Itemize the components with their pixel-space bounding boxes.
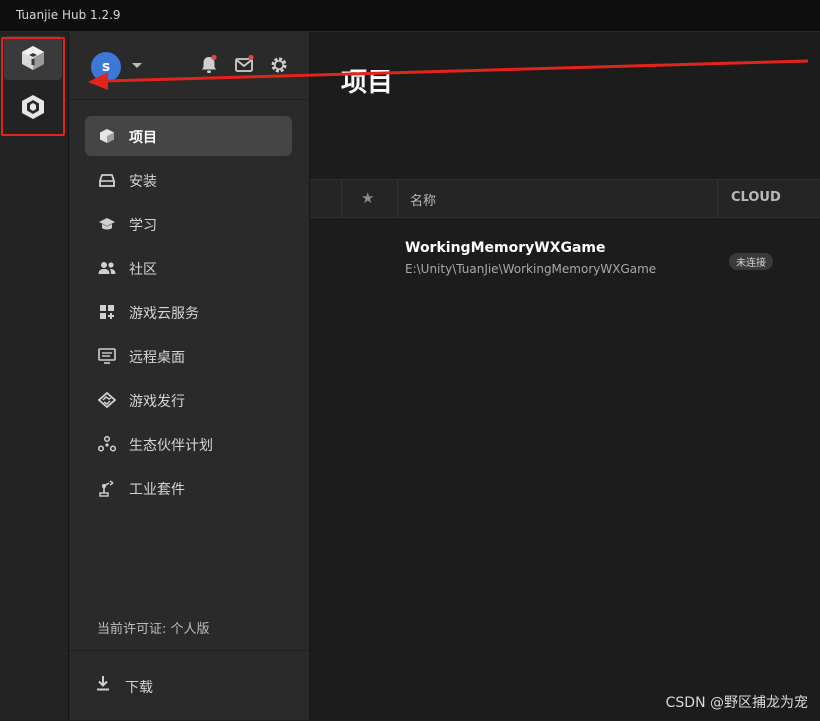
star-column-header[interactable]: ★ (361, 189, 374, 207)
network-icon (97, 434, 117, 454)
sidebar-footer: 下载 (69, 650, 309, 721)
page-title: 项目 (341, 68, 394, 98)
sidebar-item-label: 工业套件 (129, 482, 185, 498)
name-column-header[interactable]: 名称 (410, 190, 436, 209)
handshake-icon (97, 390, 117, 410)
sidebar-header: s (69, 32, 309, 100)
sidebar-item-label: 社区 (129, 262, 157, 278)
cube-logo-icon (22, 46, 44, 70)
sidebar-item-projects[interactable]: 项目 (85, 116, 292, 156)
rail-item-tuanjie[interactable] (4, 85, 62, 129)
people-icon (97, 258, 117, 278)
sidebar-item-label: 游戏发行 (129, 394, 185, 410)
sidebar-item-publishing[interactable]: 游戏发行 (85, 380, 292, 420)
sidebar-item-remote-desktop[interactable]: 远程桌面 (85, 336, 292, 376)
drive-icon (97, 170, 117, 190)
avatar[interactable]: s (91, 52, 121, 82)
graduation-cap-icon (97, 214, 117, 234)
cloud-column-header[interactable]: CLOUD (731, 190, 781, 205)
table-row[interactable]: WorkingMemoryWXGame E:\Unity\TuanJie\Wor… (310, 230, 820, 290)
sidebar-item-partner-program[interactable]: 生态伙伴计划 (85, 424, 292, 464)
watermark: CSDN @野区捕龙为宠 (665, 695, 808, 711)
sidebar-item-label: 安装 (129, 174, 157, 190)
project-name[interactable]: WorkingMemoryWXGame (405, 240, 605, 256)
sidebar-item-label: 生态伙伴计划 (129, 438, 213, 454)
window-title: Tuanjie Hub 1.2.9 (16, 8, 121, 22)
sidebar-item-learn[interactable]: 学习 (85, 204, 292, 244)
download-button[interactable]: 下载 (125, 677, 153, 697)
column-divider (341, 180, 342, 217)
sidebar-item-community[interactable]: 社区 (85, 248, 292, 288)
app-rail (0, 32, 69, 720)
title-bar: Tuanjie Hub 1.2.9 (0, 0, 820, 32)
monitor-icon (97, 346, 117, 366)
bell-icon[interactable] (198, 54, 220, 76)
cube-icon (97, 126, 117, 146)
column-divider (397, 180, 398, 217)
rail-item-cube[interactable] (4, 36, 62, 80)
sidebar-nav: 项目 安装 学习 社区 游戏云服务 远程桌面 游戏发行 生态伙伴计划 工业套件 (85, 116, 292, 512)
mail-icon[interactable] (233, 54, 255, 76)
robot-arm-icon (97, 478, 117, 498)
sidebar: s 项目 安装 学习 社区 游戏云服务 远程桌面 游戏发行 生态伙伴计划 工业套… (69, 32, 310, 720)
download-icon[interactable] (95, 675, 111, 691)
tuanjie-logo-icon (22, 95, 44, 119)
table-header: ★ 名称 CLOUD (310, 179, 820, 218)
gear-icon[interactable] (268, 54, 290, 76)
sidebar-item-industry-suite[interactable]: 工业套件 (85, 468, 292, 508)
sidebar-item-label: 项目 (129, 130, 157, 146)
sidebar-item-cloud-services[interactable]: 游戏云服务 (85, 292, 292, 332)
grid-plus-icon (97, 302, 117, 322)
sidebar-item-label: 学习 (129, 218, 157, 234)
chevron-down-icon[interactable] (132, 63, 142, 68)
column-divider (717, 180, 718, 217)
main-content: 项目 ★ 名称 CLOUD WorkingMemoryWXGame E:\Uni… (310, 32, 820, 720)
sidebar-item-label: 远程桌面 (129, 350, 185, 366)
project-path: E:\Unity\TuanJie\WorkingMemoryWXGame (405, 262, 657, 276)
sidebar-item-label: 游戏云服务 (129, 306, 199, 322)
sidebar-item-installs[interactable]: 安装 (85, 160, 292, 200)
license-status[interactable]: 当前许可证: 个人版 (97, 618, 210, 637)
status-badge: 未连接 (729, 253, 773, 270)
